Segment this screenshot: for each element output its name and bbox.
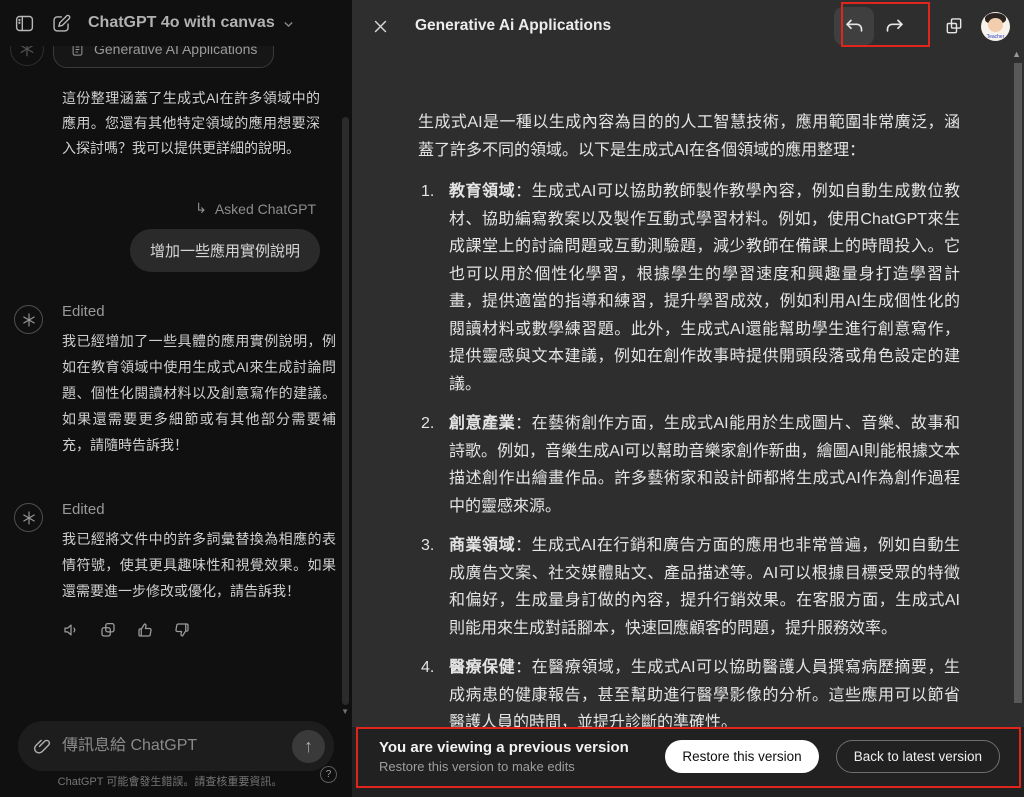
asked-chatgpt-label: Asked ChatGPT bbox=[214, 200, 316, 217]
model-switcher[interactable]: ChatGPT 4o with canvas bbox=[88, 14, 295, 32]
copy-icon[interactable] bbox=[99, 621, 117, 639]
user-message-bubble: 增加一些應用實例說明 bbox=[129, 229, 320, 272]
attach-file-icon[interactable] bbox=[32, 736, 52, 756]
list-number: 4. bbox=[421, 659, 435, 676]
canvas-panel: Generative Ai Applications Teacher 生成式AI… bbox=[352, 0, 1024, 797]
version-bar-subtitle: Restore this version to make edits bbox=[379, 759, 575, 774]
assistant-message: 這份整理涵蓋了生成式AI在許多領域中的應用。您還有其他特定領域的應用想要深入探討… bbox=[62, 90, 320, 156]
list-number: 2. bbox=[421, 415, 435, 432]
thumbs-down-icon[interactable] bbox=[173, 621, 191, 639]
version-bar: You are viewing a previous version Resto… bbox=[352, 727, 1024, 797]
copy-document-icon[interactable] bbox=[944, 16, 964, 36]
edited-message-1: Edited 我已經增加了一些具體的應用實例說明，例如在教育領域中使用生成式AI… bbox=[14, 303, 336, 458]
redo-button[interactable] bbox=[874, 7, 914, 45]
list-term: 教育領域 bbox=[449, 183, 516, 200]
back-to-latest-button[interactable]: Back to latest version bbox=[835, 740, 1000, 773]
document-editor[interactable]: 生成式AI是一種以生成內容為目的的人工智慧技術，應用範圍非常廣泛，涵蓋了許多不同… bbox=[418, 52, 960, 727]
version-bar-buttons: Restore this version Back to latest vers… bbox=[665, 738, 1000, 773]
version-bar-title: You are viewing a previous version bbox=[379, 739, 629, 756]
model-title-label: ChatGPT 4o with canvas bbox=[88, 14, 275, 31]
avatar-face bbox=[988, 17, 1003, 32]
canvas-scrollbar[interactable] bbox=[1014, 63, 1022, 703]
read-aloud-icon[interactable] bbox=[62, 621, 80, 639]
scroll-down-arrow[interactable]: ▼ bbox=[341, 707, 349, 716]
list-text: ：在藝術創作方面，生成式AI能用於生成圖片、音樂、故事和詩歌。例如，音樂生成AI… bbox=[449, 415, 960, 515]
chat-header: ChatGPT 4o with canvas bbox=[0, 0, 352, 46]
reply-arrow-icon: ↳ bbox=[195, 200, 207, 216]
restore-version-button[interactable]: Restore this version bbox=[665, 740, 819, 773]
help-button[interactable]: ? bbox=[320, 766, 337, 783]
list-term: 商業領域 bbox=[449, 537, 516, 554]
edited-label: Edited bbox=[62, 303, 105, 320]
list-term: 醫療保健 bbox=[449, 659, 516, 676]
thumbs-up-icon[interactable] bbox=[136, 621, 154, 639]
send-button[interactable]: ↑ bbox=[292, 729, 325, 763]
list-item-healthcare: 4. 醫療保健：在醫療領域，生成式AI可以協助醫護人員撰寫病歷摘要，生成病患的健康… bbox=[418, 654, 960, 727]
asked-chatgpt-row: ↳ Asked ChatGPT bbox=[195, 200, 316, 217]
chat-input[interactable] bbox=[62, 737, 282, 755]
list-item-business: 3. 商業領域：生成式AI在行銷和廣告方面的應用也非常普遍，例如自動生成廣告文案、… bbox=[418, 532, 960, 642]
edited-body: 我已經將文件中的許多詞彙替換為相應的表情符號，使其更具趣味性和視覺效果。如果還需… bbox=[62, 531, 336, 599]
list-item-education: 1. 教育領域：生成式AI可以協助教師製作教學內容，例如自動生成數位教材、協助編寫… bbox=[418, 178, 960, 398]
list-text: ：在醫療領域，生成式AI可以協助醫護人員撰寫病歷摘要，生成病患的健康報告，甚至幫… bbox=[449, 659, 960, 727]
canvas-header: Generative Ai Applications Teacher bbox=[352, 0, 1024, 52]
scroll-up-arrow[interactable]: ▲ bbox=[1012, 49, 1021, 59]
list-term: 創意產業 bbox=[449, 415, 516, 432]
disclaimer-text: ChatGPT 可能會發生錯誤。請查核重要資訊。 bbox=[57, 776, 283, 788]
list-number: 3. bbox=[421, 537, 435, 554]
user-avatar[interactable]: Teacher bbox=[981, 11, 1010, 41]
list-text: ：生成式AI可以協助教師製作教學內容，例如自動生成數位教材、協助編寫教案以及製作… bbox=[449, 183, 960, 393]
chatgpt-logo-icon bbox=[14, 503, 43, 532]
list-item-creative: 2. 創意產業：在藝術創作方面，生成式AI能用於生成圖片、音樂、故事和詩歌。例如，… bbox=[418, 410, 960, 520]
sidebar-toggle-icon[interactable] bbox=[14, 13, 35, 34]
document-intro: 生成式AI是一種以生成內容為目的的人工智慧技術，應用範圍非常廣泛，涵蓋了許多不同… bbox=[418, 114, 960, 159]
chat-panel: Generative AI Applications ChatGPT 4o wi… bbox=[0, 0, 352, 797]
edited-label: Edited bbox=[62, 501, 105, 518]
message-composer: ↑ bbox=[18, 721, 334, 771]
undo-button[interactable] bbox=[834, 7, 874, 45]
close-icon[interactable] bbox=[372, 18, 389, 35]
chat-scrollbar[interactable] bbox=[342, 117, 349, 705]
list-text: ：生成式AI在行銷和廣告方面的應用也非常普遍，例如自動生成廣告文案、社交媒體貼文… bbox=[449, 537, 960, 637]
canvas-header-actions: Teacher bbox=[834, 7, 1010, 45]
list-number: 1. bbox=[421, 183, 435, 200]
canvas-title: Generative Ai Applications bbox=[415, 17, 612, 34]
document-list: 1. 教育領域：生成式AI可以協助教師製作教學內容，例如自動生成數位教材、協助編寫… bbox=[418, 178, 960, 727]
chatgpt-canvas-window: Generative AI Applications ChatGPT 4o wi… bbox=[0, 0, 1024, 797]
chatgpt-logo-icon bbox=[14, 305, 43, 334]
edited-body: 我已經增加了一些具體的應用實例說明，例如在教育領域中使用生成式AI來生成討論問題… bbox=[62, 333, 336, 453]
version-bar-text: You are viewing a previous version Resto… bbox=[379, 738, 629, 776]
new-chat-icon[interactable] bbox=[51, 13, 72, 34]
avatar-label: Teacher bbox=[986, 33, 1005, 40]
message-actions bbox=[62, 621, 336, 639]
chevron-down-icon bbox=[282, 16, 295, 31]
edited-message-2: Edited 我已經將文件中的許多詞彙替換為相應的表情符號，使其更具趣味性和視覺… bbox=[14, 501, 336, 639]
send-arrow-icon: ↑ bbox=[304, 735, 313, 756]
